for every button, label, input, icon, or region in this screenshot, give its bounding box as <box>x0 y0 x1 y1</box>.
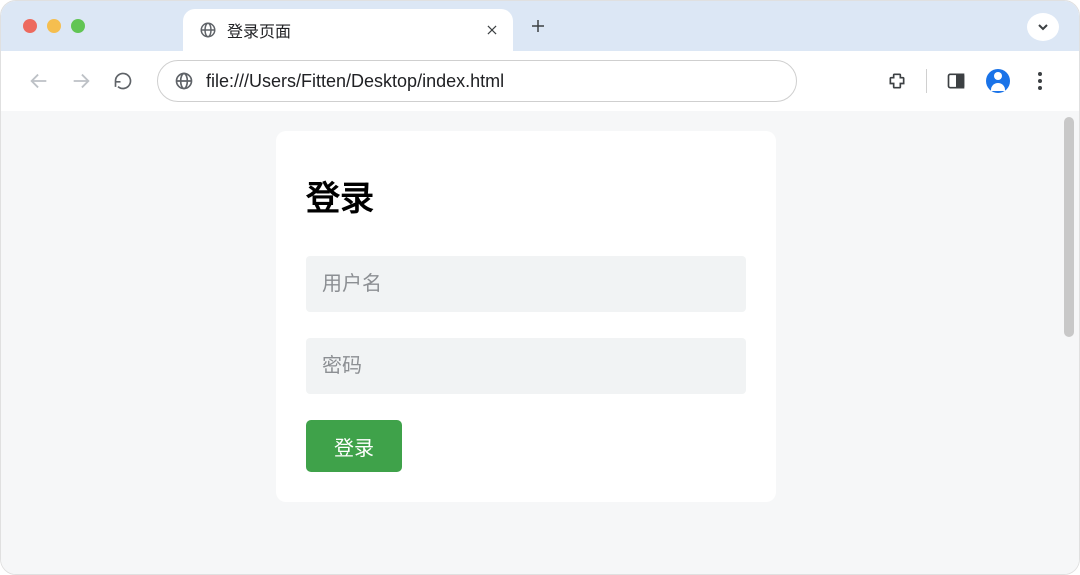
browser-window: 登录页面 <box>0 0 1080 575</box>
username-input[interactable] <box>306 256 746 312</box>
menu-button[interactable] <box>1021 62 1059 100</box>
forward-button[interactable] <box>63 63 99 99</box>
tab-title: 登录页面 <box>227 18 473 42</box>
kebab-icon <box>1038 72 1042 90</box>
globe-icon <box>199 21 217 39</box>
side-panel-button[interactable] <box>937 62 975 100</box>
page-viewport: 登录 登录 <box>1 111 1079 575</box>
profile-button[interactable] <box>979 62 1017 100</box>
reload-button[interactable] <box>105 63 141 99</box>
url-input[interactable] <box>206 71 780 92</box>
login-button[interactable]: 登录 <box>306 420 402 472</box>
new-tab-button[interactable] <box>521 9 555 43</box>
login-card: 登录 登录 <box>276 131 776 502</box>
avatar-icon <box>986 69 1010 93</box>
toolbar <box>1 51 1079 111</box>
extensions-button[interactable] <box>878 62 916 100</box>
address-bar[interactable] <box>157 60 797 102</box>
password-input[interactable] <box>306 338 746 394</box>
tab-dropdown-button[interactable] <box>1027 13 1059 41</box>
window-traffic-lights <box>23 19 85 33</box>
back-button[interactable] <box>21 63 57 99</box>
toolbar-right <box>878 62 1059 100</box>
tab-bar: 登录页面 <box>1 1 1079 51</box>
login-heading: 登录 <box>306 171 746 220</box>
separator <box>926 69 927 93</box>
globe-icon <box>174 71 194 91</box>
window-close-button[interactable] <box>23 19 37 33</box>
scrollbar[interactable] <box>1063 117 1075 570</box>
window-maximize-button[interactable] <box>71 19 85 33</box>
scrollbar-thumb[interactable] <box>1064 117 1074 337</box>
window-minimize-button[interactable] <box>47 19 61 33</box>
close-icon[interactable] <box>483 21 501 39</box>
browser-tab[interactable]: 登录页面 <box>183 9 513 51</box>
